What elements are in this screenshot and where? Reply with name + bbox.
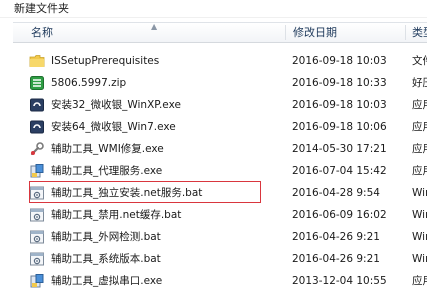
file-row[interactable]: 辅助工具_虚拟串口.exe 2013-12-04 10:55 应用 bbox=[13, 272, 427, 291]
file-type: 应用 bbox=[412, 99, 427, 111]
file-type: Win bbox=[412, 231, 427, 243]
file-type: 应用 bbox=[412, 121, 427, 133]
column-header-name[interactable]: 名称 bbox=[25, 23, 285, 42]
zip-archive-icon bbox=[29, 75, 45, 91]
column-header-type[interactable]: 类型 bbox=[406, 23, 427, 42]
file-date: 2016-09-18 10:03 bbox=[292, 99, 387, 111]
installer-exe-icon bbox=[29, 119, 45, 135]
file-name: 辅助工具_禁用.net缓存.bat bbox=[51, 209, 182, 221]
folder-icon bbox=[29, 53, 45, 69]
installer-exe-icon bbox=[29, 97, 45, 113]
file-name: 辅助工具_虚拟串口.exe bbox=[51, 275, 163, 287]
file-row[interactable]: 辅助工具_禁用.net缓存.bat 2016-06-09 16:02 Win bbox=[13, 206, 427, 225]
file-type: 应用 bbox=[412, 275, 427, 287]
file-date: 2016-04-26 9:21 bbox=[292, 231, 380, 243]
file-name: 辅助工具_代理服务.exe bbox=[51, 165, 163, 177]
file-name: 安装32_微收银_WinXP.exe bbox=[51, 99, 181, 111]
file-type: 好压 bbox=[412, 77, 427, 89]
file-type: Win bbox=[412, 209, 427, 221]
file-name: 5806.5997.zip bbox=[51, 77, 127, 89]
setup-exe-icon bbox=[29, 273, 45, 289]
file-type: 应用 bbox=[412, 165, 427, 177]
column-divider[interactable] bbox=[285, 25, 286, 40]
file-name: 辅助工具_外网检测.bat bbox=[51, 231, 161, 243]
file-date: 2013-12-04 10:55 bbox=[292, 275, 387, 287]
folder-title: 新建文件夹 bbox=[0, 0, 427, 18]
highlight-box bbox=[29, 181, 261, 203]
batch-file-icon bbox=[29, 229, 45, 245]
file-date: 2016-07-04 15:42 bbox=[292, 165, 387, 177]
file-type: Win bbox=[412, 253, 427, 265]
file-date: 2014-05-30 17:21 bbox=[292, 143, 387, 155]
file-date: 2016-06-09 16:02 bbox=[292, 209, 387, 221]
file-date: 2016-04-26 9:21 bbox=[292, 253, 380, 265]
file-row[interactable]: 辅助工具_系统版本.bat 2016-04-26 9:21 Win bbox=[13, 250, 427, 269]
file-name: 辅助工具_系统版本.bat bbox=[51, 253, 161, 265]
file-row[interactable]: 5806.5997.zip 2016-09-18 10:33 好压 bbox=[13, 74, 427, 93]
column-header-date[interactable]: 修改日期 bbox=[287, 23, 405, 42]
column-header: ▲ 名称 修改日期 类型 bbox=[13, 22, 427, 43]
file-date: 2016-09-18 10:03 bbox=[292, 55, 387, 67]
wrench-exe-icon bbox=[29, 141, 45, 157]
file-row[interactable]: 安装64_微收银_Win7.exe 2016-09-18 10:06 应用 bbox=[13, 118, 427, 137]
file-name: 辅助工具_WMI修复.exe bbox=[51, 143, 164, 155]
file-name: ISSetupPrerequisites bbox=[51, 55, 160, 67]
file-row[interactable]: ISSetupPrerequisites 2016-09-18 10:03 文件 bbox=[13, 52, 427, 71]
file-row[interactable]: 辅助工具_外网检测.bat 2016-04-26 9:21 Win bbox=[13, 228, 427, 247]
file-date: 2016-09-18 10:33 bbox=[292, 77, 387, 89]
file-type: 文件 bbox=[412, 55, 427, 67]
setup-exe-icon bbox=[29, 163, 45, 179]
file-type: Win bbox=[412, 187, 427, 199]
batch-file-icon bbox=[29, 207, 45, 223]
file-name: 安装64_微收银_Win7.exe bbox=[51, 121, 176, 133]
file-row[interactable]: 辅助工具_代理服务.exe 2016-07-04 15:42 应用 bbox=[13, 162, 427, 181]
file-row[interactable]: 安装32_微收银_WinXP.exe 2016-09-18 10:03 应用 bbox=[13, 96, 427, 115]
left-margin bbox=[0, 18, 13, 298]
batch-file-icon bbox=[29, 251, 45, 267]
file-type: 应用 bbox=[412, 143, 427, 155]
file-date: 2016-09-18 10:06 bbox=[292, 121, 387, 133]
file-date: 2016-04-28 9:54 bbox=[292, 187, 380, 199]
file-row[interactable]: 辅助工具_WMI修复.exe 2014-05-30 17:21 应用 bbox=[13, 140, 427, 159]
